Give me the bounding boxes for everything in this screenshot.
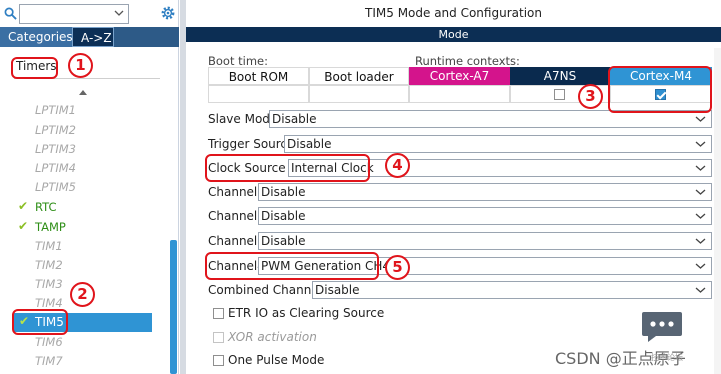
category-tabs: Categories A->Z <box>0 27 179 47</box>
etr-io-option: ETR IO as Clearing Source <box>213 305 513 323</box>
collapse-up-icon[interactable] <box>78 88 88 98</box>
annotation-box-timers <box>11 57 58 79</box>
annotation-box-channel4 <box>205 252 379 280</box>
combined-channels-label: Combined Channels <box>208 283 329 297</box>
tree-item-tim6[interactable]: TIM6 <box>35 335 63 349</box>
search-row <box>2 4 178 24</box>
check-icon: ✔ <box>18 199 29 213</box>
annotation-number-3: 3 <box>578 84 603 109</box>
channel2-value: Disable <box>261 209 306 223</box>
channel2-select[interactable]: Disable <box>258 207 712 225</box>
tree-item-lptim5[interactable]: LPTIM5 <box>35 180 76 194</box>
channel3-label: Channel3 <box>208 234 265 248</box>
annotation-number-4: 4 <box>385 153 410 178</box>
header-boot-rom: Boot ROM <box>208 67 309 85</box>
config-title: TIM5 Mode and Configuration <box>186 0 721 27</box>
channel2-row: Channel2 Disable <box>208 206 712 226</box>
trigger-source-select[interactable]: Disable <box>284 135 712 153</box>
one-pulse-checkbox[interactable] <box>213 355 224 366</box>
combined-channels-select[interactable]: Disable <box>312 281 712 299</box>
annotation-number-1: 1 <box>68 53 93 78</box>
right-scrollbar[interactable] <box>714 48 721 374</box>
left-scrollbar-thumb[interactable] <box>170 240 177 374</box>
tree-item-lptim3[interactable]: LPTIM3 <box>35 142 76 156</box>
combined-channels-value: Disable <box>315 283 360 297</box>
tree-item-tim2[interactable]: TIM2 <box>35 258 63 272</box>
chevron-down-icon <box>695 287 706 293</box>
gear-icon[interactable] <box>160 5 176 21</box>
xor-activation-checkbox[interactable] <box>213 332 224 343</box>
chevron-down-icon <box>695 189 706 195</box>
tree-item-tim3[interactable]: TIM3 <box>35 277 63 291</box>
tree-item-tim1[interactable]: TIM1 <box>35 239 63 253</box>
chevron-down-icon <box>695 213 706 219</box>
annotation-number-5: 5 <box>385 255 410 280</box>
chevron-down-icon <box>695 141 706 147</box>
chat-bubble-icon <box>642 312 682 342</box>
chevron-down-icon <box>695 116 706 122</box>
annotation-box-cortex-m4 <box>608 66 712 113</box>
cell-boot-loader <box>309 85 409 103</box>
mode-section-header[interactable]: Mode <box>186 27 721 42</box>
slave-mode-value: Disable <box>272 112 317 126</box>
tree-item-tim7[interactable]: TIM7 <box>35 354 63 368</box>
search-input[interactable] <box>19 4 129 24</box>
tree-item-rtc[interactable]: RTC <box>35 200 57 214</box>
header-boot-loader: Boot loader <box>309 67 409 85</box>
channel3-select[interactable]: Disable <box>258 232 712 250</box>
header-cortex-a7-secure: Cortex-A7 secure <box>409 67 510 101</box>
channel1-row: Channel1 Disable <box>208 182 712 202</box>
etr-io-label: ETR IO as Clearing Source <box>228 306 385 320</box>
one-pulse-option: One Pulse Mode <box>213 352 513 370</box>
a7ns-checkbox[interactable] <box>554 89 565 100</box>
channel3-row: Channel3 Disable <box>208 231 712 251</box>
channel3-value: Disable <box>261 234 306 248</box>
trigger-source-label: Trigger Source <box>208 137 295 151</box>
tree-item-lptim1[interactable]: LPTIM1 <box>35 103 76 117</box>
cell-boot-rom <box>208 85 309 103</box>
tree-item-tim4[interactable]: TIM4 <box>35 296 63 310</box>
trigger-source-value: Disable <box>287 137 332 151</box>
channel1-value: Disable <box>261 185 306 199</box>
check-icon: ✔ <box>18 219 29 233</box>
etr-io-checkbox[interactable] <box>213 308 224 319</box>
search-icon[interactable] <box>4 7 17 20</box>
channel2-label: Channel2 <box>208 209 265 223</box>
chevron-down-icon <box>695 165 706 171</box>
watermark-subtext: 技术论坛 <box>651 353 683 362</box>
combined-channels-row: Combined Channels Disable <box>208 280 712 300</box>
chevron-down-icon <box>695 238 706 244</box>
chevron-down-icon <box>695 263 706 269</box>
xor-activation-label: XOR activation <box>228 330 317 344</box>
channel1-select[interactable]: Disable <box>258 183 712 201</box>
slave-mode-label: Slave Mode <box>208 112 278 126</box>
tree-item-tamp[interactable]: TAMP <box>35 220 66 234</box>
annotation-box-tim5 <box>12 309 68 335</box>
chevron-down-icon <box>114 10 124 16</box>
cell-a7-secure <box>409 85 510 103</box>
tree-item-lptim2[interactable]: LPTIM2 <box>35 123 76 137</box>
channel1-label: Channel1 <box>208 185 265 199</box>
annotation-box-clock-source <box>205 154 370 182</box>
tab-a-z[interactable]: A->Z <box>72 27 114 47</box>
xor-activation-option: XOR activation <box>213 329 513 347</box>
one-pulse-label: One Pulse Mode <box>228 353 325 367</box>
tab-categories[interactable]: Categories <box>0 27 73 47</box>
trigger-source-row: Trigger Source Disable <box>208 134 712 154</box>
tree-item-lptim4[interactable]: LPTIM4 <box>35 161 76 175</box>
annotation-number-2: 2 <box>70 282 95 307</box>
header-a7ns: A7NS <box>510 67 610 85</box>
runtime-contexts-label: Runtime contexts: <box>415 54 520 68</box>
boot-time-label: Boot time: <box>208 54 268 68</box>
